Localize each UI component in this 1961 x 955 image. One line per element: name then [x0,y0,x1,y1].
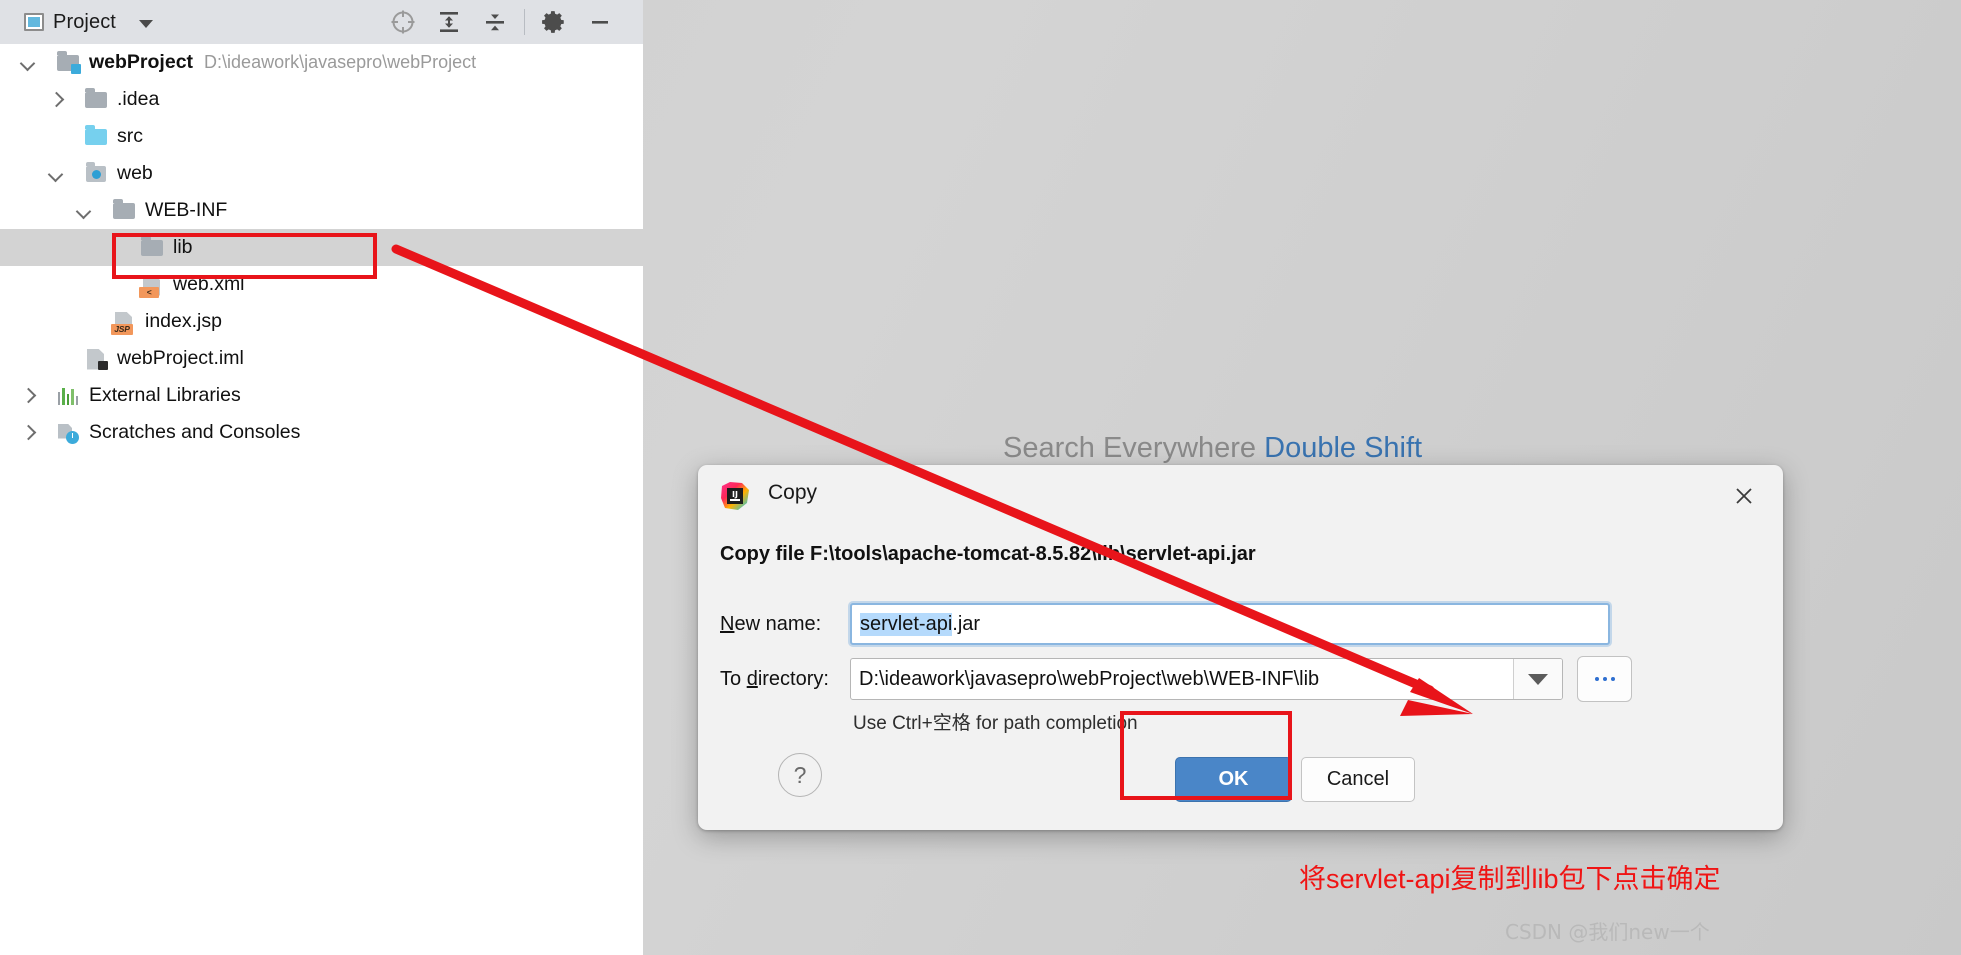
tree-node-src[interactable]: src [0,118,643,155]
new-name-label: New name: [720,613,850,636]
tree-node-scratches-and-consoles[interactable]: Scratches and Consoles [0,414,643,451]
browse-button[interactable] [1577,656,1632,702]
to-directory-value: D:\ideawork\javasepro\webProject\web\WEB… [859,667,1320,690]
project-title-group[interactable]: Project [0,11,153,34]
chevron-right-icon[interactable] [18,386,38,406]
tree-node-index-jsp[interactable]: JSP index.jsp [0,303,643,340]
project-toolbar: Project [0,0,643,44]
chevron-down-icon[interactable] [18,53,38,73]
new-name-extension-text: .jar [952,612,981,635]
to-directory-combobox[interactable]: D:\ideawork\javasepro\webProject\web\WEB… [850,658,1563,700]
tree-node-lib[interactable]: lib [0,229,643,266]
tree-node-label: .idea [117,88,160,110]
tree-node-label: lib [173,236,193,258]
tree-node-label: External Libraries [89,384,241,406]
jsp-badge: JSP [111,323,133,335]
scratches-icon [56,421,80,445]
source-folder-icon [84,124,108,149]
new-name-label-rest: ew name: [734,612,822,635]
new-name-selected-text: servlet-api [860,612,953,636]
dialog-title: Copy [768,481,818,504]
chevron-down-icon[interactable] [138,19,153,28]
chevron-down-icon[interactable] [1513,659,1562,699]
ok-button[interactable]: OK [1175,757,1292,802]
collapse-all-icon[interactable] [472,0,518,44]
svg-text:IJ: IJ [732,490,738,499]
tree-node-path: D:\ideawork\javasepro\webProject [204,52,477,72]
web-folder-icon [84,161,108,186]
toolbar-divider [524,9,525,35]
tree-node-external-libraries[interactable]: External Libraries [0,377,643,414]
locate-icon[interactable] [380,0,426,44]
project-tool-window: Project webProject D:\ideawork\javasepro… [0,0,643,955]
tree-node-label: webProject [89,51,194,73]
watermark: CSDN @我们new一个 [1505,920,1710,944]
tree-node-web[interactable]: web [0,155,643,192]
tree-node-label: index.jsp [145,310,222,332]
tree-node-label: web [117,162,153,184]
to-directory-mnemonic: d [746,667,758,690]
project-tool-window-title: Project [53,10,116,33]
dialog-titlebar: IJ Copy [698,465,1783,523]
new-name-mnemonic: N [720,612,735,635]
tree-node-webproject[interactable]: webProject D:\ideawork\javasepro\webProj… [0,44,643,81]
folder-icon [140,235,164,260]
tree-node-idea[interactable]: .idea [0,81,643,118]
tree-node-label: webProject.iml [117,347,244,369]
jsp-file-icon: JSP [111,310,136,335]
cancel-button[interactable]: Cancel [1301,757,1415,802]
project-toolbar-actions [380,0,643,44]
module-folder-icon [56,50,81,75]
libraries-icon [56,384,80,408]
path-completion-hint: Use Ctrl+空格 for path completion [853,713,1138,734]
tree-node-label: Scratches and Consoles [89,421,301,443]
to-directory-label-prefix: To [720,667,747,690]
annotation-text: 将servlet-api复制到lib包下点击确定 [1299,864,1721,894]
tree-node-web-xml[interactable]: < web.xml [0,266,643,303]
xml-file-icon: < [139,273,164,298]
minimize-icon[interactable] [577,0,623,44]
copy-dialog: IJ Copy Copy file F:\tools\apache-tomcat… [698,465,1783,830]
twisty-placeholder [46,349,66,369]
tree-node-label: web.xml [173,273,245,295]
project-window-icon [24,13,44,31]
search-everywhere-action: Search Everywhere [1003,432,1257,464]
tree-node-webproject-iml[interactable]: webProject.iml [0,340,643,377]
close-icon[interactable] [1727,479,1761,513]
help-button[interactable]: ? [778,753,822,797]
iml-file-icon [84,347,108,371]
tree-node-label: src [117,125,143,147]
folder-icon [112,198,136,223]
folder-icon [84,87,108,112]
search-everywhere-shortcut: Double Shift [1264,432,1423,464]
twisty-placeholder [74,312,94,332]
to-directory-row: To directory: D:\ideawork\javasepro\webP… [720,655,1760,703]
xml-badge: < [139,286,159,298]
gear-icon[interactable] [531,0,577,44]
to-directory-label: To directory: [720,668,850,691]
new-name-input[interactable]: servlet-api .jar [850,603,1610,645]
new-name-row: New name: servlet-api .jar [720,600,1760,648]
chevron-down-icon[interactable] [74,201,94,221]
tree-node-label: WEB-INF [145,199,228,221]
intellij-idea-icon: IJ [720,481,750,511]
project-tree[interactable]: webProject D:\ideawork\javasepro\webProj… [0,44,643,955]
chevron-down-icon[interactable] [46,164,66,184]
twisty-placeholder [102,275,122,295]
expand-all-icon[interactable] [426,0,472,44]
tree-node-web-inf[interactable]: WEB-INF [0,192,643,229]
twisty-placeholder [46,127,66,147]
chevron-right-icon[interactable] [46,90,66,110]
dialog-header-text: Copy file F:\tools\apache-tomcat-8.5.82\… [720,543,1256,565]
chevron-right-icon[interactable] [18,423,38,443]
search-everywhere-hint: Search Everywhere Double Shift [1003,432,1422,465]
to-directory-label-rest: irectory: [757,667,829,690]
twisty-placeholder [102,238,122,258]
